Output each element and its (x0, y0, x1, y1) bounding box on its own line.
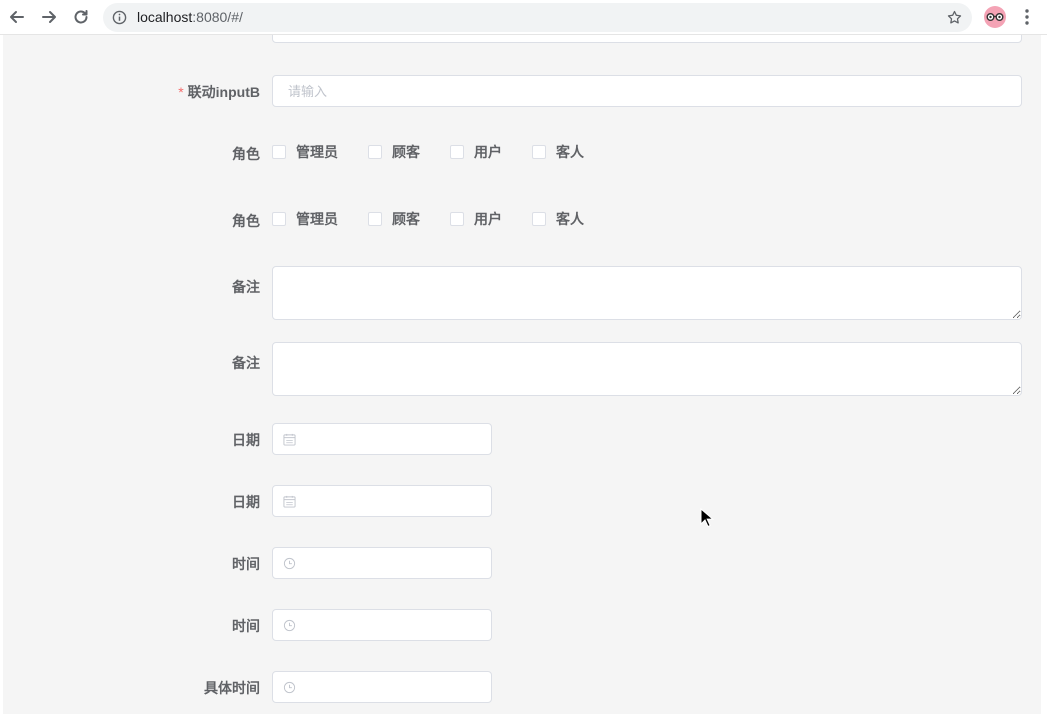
date-label-2: 日期 (232, 494, 260, 510)
form-page: *联动inputB 角色 管理员 顾客 用户 客人 角色 管理员 顾客 用户 客… (3, 35, 1041, 714)
option-label: 顾客 (392, 211, 420, 227)
star-icon[interactable] (946, 9, 963, 26)
back-button[interactable] (6, 6, 28, 28)
forward-button[interactable] (38, 6, 60, 28)
arrow-right-icon (42, 11, 56, 23)
linked-input-label-text: 联动inputB (187, 84, 260, 100)
linked-input-field[interactable] (272, 75, 1022, 107)
checkbox[interactable] (450, 212, 464, 226)
role-label-2: 角色 (232, 213, 260, 229)
url-text: localhost:8080/#/ (137, 8, 243, 27)
role-1-option-admin[interactable]: 管理员 (272, 142, 338, 162)
checkbox[interactable] (450, 145, 464, 159)
role-label-1: 角色 (232, 146, 260, 162)
time-picker-2[interactable] (272, 609, 492, 641)
time-label-1: 时间 (232, 556, 260, 572)
remark-textarea-2[interactable] (272, 342, 1022, 396)
remark-textarea-1[interactable] (272, 266, 1022, 320)
reload-icon (74, 10, 88, 24)
form-row-time-2: 时间 (3, 609, 1041, 641)
clock-icon (283, 557, 296, 570)
date-picker-1[interactable] (272, 423, 492, 455)
required-mark: * (178, 84, 184, 100)
role-1-option-user[interactable]: 用户 (450, 142, 502, 162)
clock-icon (283, 619, 296, 632)
role-checkbox-group-1: 管理员 顾客 用户 客人 (272, 142, 614, 162)
time-label-2: 时间 (232, 618, 260, 634)
browser-menu-button[interactable] (1018, 7, 1036, 27)
exact-time-picker[interactable] (272, 671, 492, 703)
clock-icon (283, 681, 296, 694)
option-label: 客人 (556, 144, 584, 160)
info-icon[interactable] (112, 10, 127, 25)
form-row-date-1: 日期 (3, 423, 1041, 455)
checkbox[interactable] (272, 212, 286, 226)
role-2-option-user[interactable]: 用户 (450, 209, 502, 229)
time-picker-1[interactable] (272, 547, 492, 579)
browser-toolbar: localhost:8080/#/ (0, 0, 1047, 35)
checkbox[interactable] (368, 145, 382, 159)
role-checkbox-group-2: 管理员 顾客 用户 客人 (272, 209, 614, 229)
checkbox[interactable] (532, 212, 546, 226)
date-label-1: 日期 (232, 432, 260, 448)
role-2-option-guest[interactable]: 客人 (532, 209, 584, 229)
url-host: localhost (137, 9, 193, 25)
reload-button[interactable] (70, 6, 92, 28)
kebab-icon (1025, 9, 1029, 25)
cut-off-input[interactable] (272, 35, 1022, 43)
role-1-option-guest[interactable]: 客人 (532, 142, 584, 162)
option-label: 客人 (556, 211, 584, 227)
remark-label-2: 备注 (232, 355, 260, 371)
linked-input-label: * 联动inputB (178, 82, 260, 102)
option-label: 管理员 (296, 144, 338, 160)
date-picker-2[interactable] (272, 485, 492, 517)
role-2-option-customer[interactable]: 顾客 (368, 209, 420, 229)
option-label: 用户 (474, 144, 502, 160)
arrow-left-icon (10, 11, 24, 23)
role-1-option-customer[interactable]: 顾客 (368, 142, 420, 162)
option-label: 管理员 (296, 211, 338, 227)
checkbox[interactable] (368, 212, 382, 226)
calendar-icon (283, 433, 296, 446)
remark-label-1: 备注 (232, 279, 260, 295)
form-row-date-2: 日期 (3, 485, 1041, 517)
form-row-exact-time: 具体时间 (3, 671, 1041, 703)
address-bar[interactable]: localhost:8080/#/ (103, 3, 972, 32)
exact-time-label: 具体时间 (204, 680, 260, 696)
checkbox[interactable] (532, 145, 546, 159)
option-label: 用户 (474, 211, 502, 227)
mouse-cursor-icon (700, 508, 714, 528)
checkbox[interactable] (272, 145, 286, 159)
calendar-icon (283, 495, 296, 508)
role-2-option-admin[interactable]: 管理员 (272, 209, 338, 229)
form-row-time-1: 时间 (3, 547, 1041, 579)
url-path: :8080/#/ (192, 9, 243, 25)
profile-avatar[interactable] (984, 6, 1006, 28)
glasses-icon (986, 13, 1004, 21)
option-label: 顾客 (392, 144, 420, 160)
